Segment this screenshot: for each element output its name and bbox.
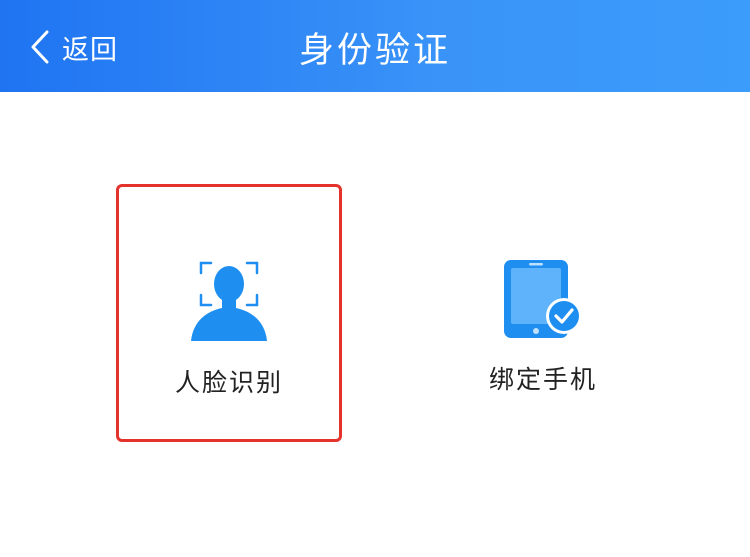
bind-phone-option[interactable]: 绑定手机 — [430, 184, 656, 442]
face-recognition-option[interactable]: 人脸识别 — [116, 184, 342, 442]
phone-verified-icon — [501, 258, 585, 344]
face-recognition-icon — [189, 259, 269, 345]
page-title: 身份验证 — [298, 31, 451, 71]
bind-phone-label: 绑定手机 — [488, 365, 597, 394]
top-bar: 返回 身份验证 — [0, 0, 750, 92]
face-recognition-label: 人脸识别 — [174, 368, 283, 397]
